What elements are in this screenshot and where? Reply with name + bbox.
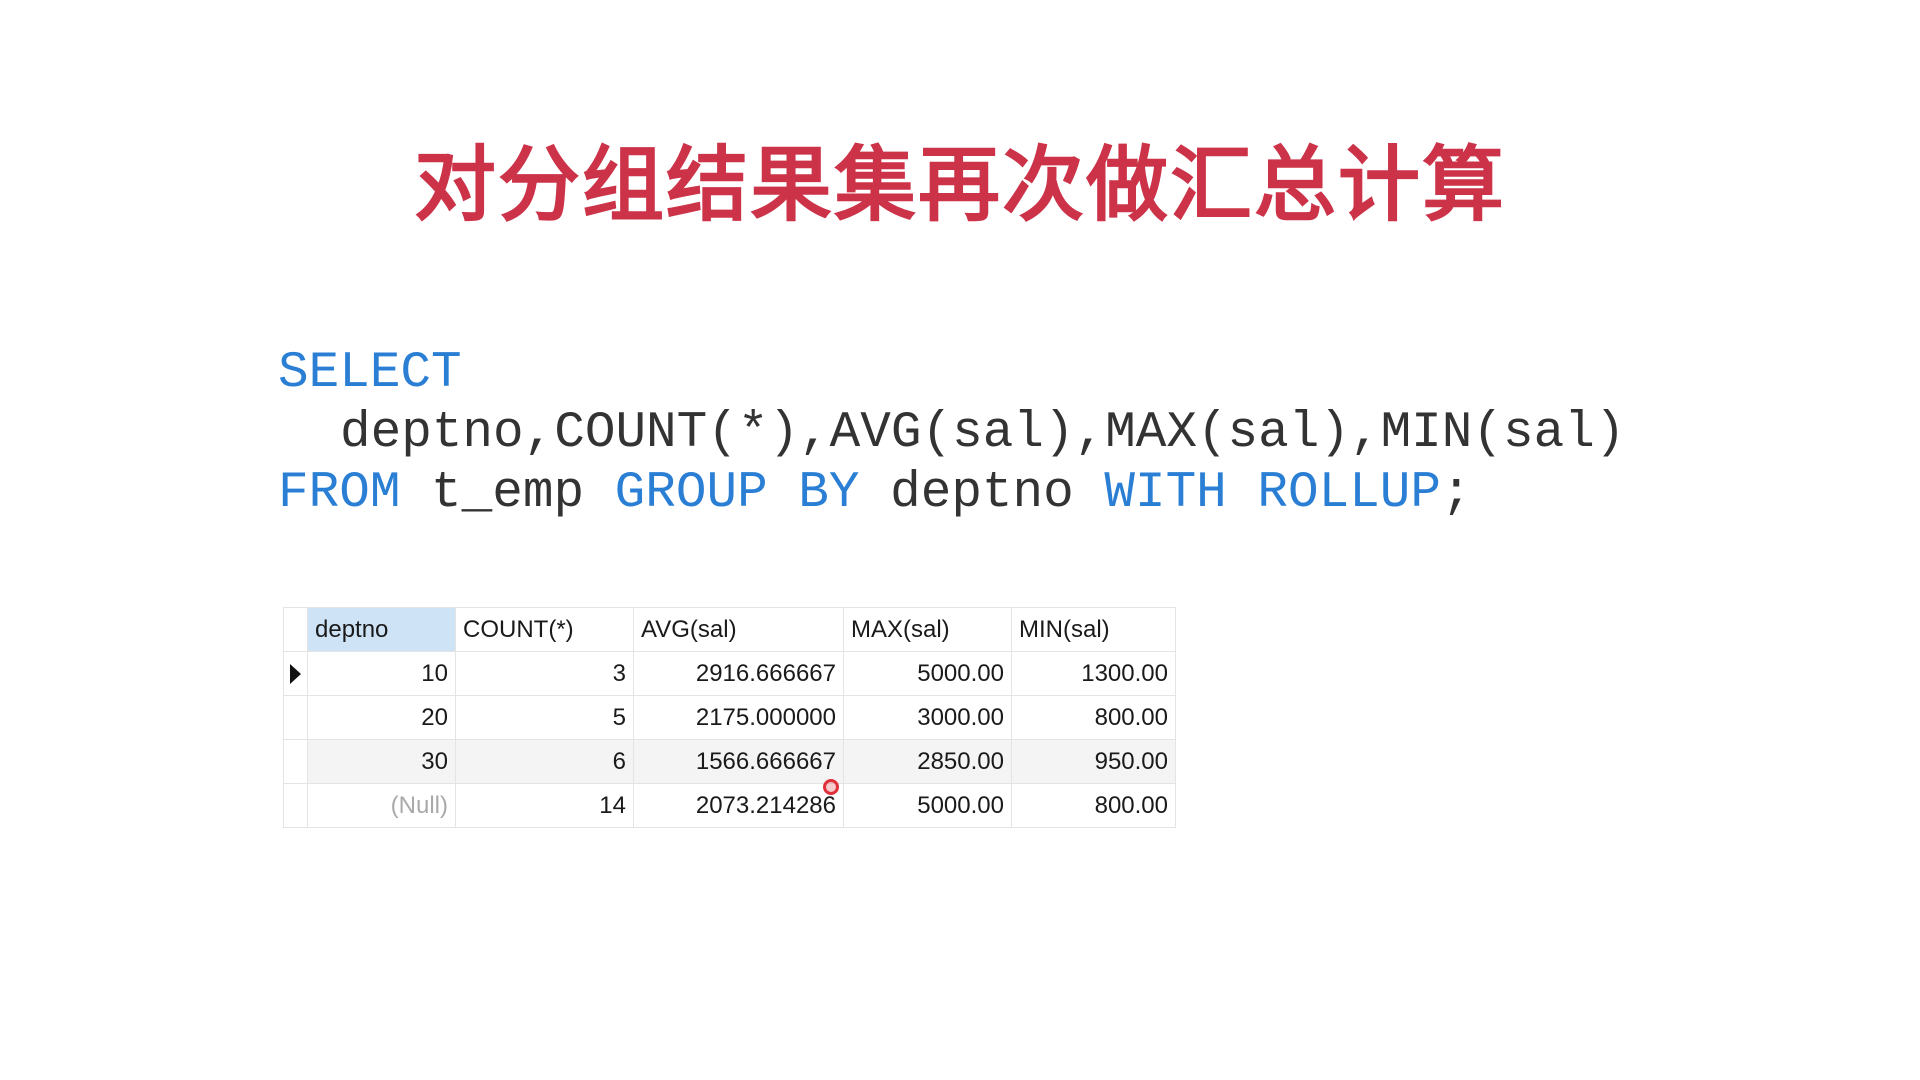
cell-max[interactable]: 5000.00 xyxy=(843,651,1012,696)
cell-max[interactable]: 5000.00 xyxy=(843,783,1012,828)
sql-group-by-keyword: GROUP BY xyxy=(614,465,860,522)
cell-deptno[interactable]: 10 xyxy=(307,651,456,696)
cell-max[interactable]: 2850.00 xyxy=(843,739,1012,784)
cell-deptno[interactable]: 30 xyxy=(307,739,456,784)
table-row[interactable]: 10 3 2916.666667 5000.00 1300.00 xyxy=(283,651,1176,696)
column-header-min[interactable]: MIN(sal) xyxy=(1011,607,1176,652)
table-row[interactable]: 20 5 2175.000000 3000.00 800.00 xyxy=(283,695,1176,740)
row-header[interactable] xyxy=(283,695,308,740)
sql-select-keyword: SELECT xyxy=(278,345,462,402)
column-header-max[interactable]: MAX(sal) xyxy=(843,607,1012,652)
cell-count[interactable]: 5 xyxy=(455,695,634,740)
cell-deptno-null[interactable]: (Null) xyxy=(307,783,456,828)
cell-avg[interactable]: 1566.666667 xyxy=(633,739,844,784)
table-row[interactable]: 30 6 1566.666667 2850.00 950.00 xyxy=(283,739,1176,784)
sql-line-2: deptno,COUNT(*),AVG(sal),MAX(sal),MIN(sa… xyxy=(278,404,1625,464)
sql-terminator: ; xyxy=(1441,465,1472,522)
column-header-deptno[interactable]: deptno xyxy=(307,607,456,652)
sql-group-column: deptno xyxy=(859,465,1105,522)
sql-line-1: SELECT xyxy=(278,344,1625,404)
sql-code-block: SELECT deptno,COUNT(*),AVG(sal),MAX(sal),… xyxy=(278,344,1625,524)
column-header-avg[interactable]: AVG(sal) xyxy=(633,607,844,652)
cell-count[interactable]: 14 xyxy=(455,783,634,828)
sql-columns: deptno,COUNT(*),AVG(sal),MAX(sal),MIN(sa… xyxy=(340,405,1626,462)
sql-table-name: t_emp xyxy=(400,465,615,522)
cell-count[interactable]: 3 xyxy=(455,651,634,696)
cell-avg[interactable]: 2175.000000 xyxy=(633,695,844,740)
slide-title: 对分组结果集再次做汇总计算 xyxy=(413,138,1506,233)
cell-min[interactable]: 800.00 xyxy=(1011,695,1176,740)
sql-line-3: FROM t_emp GROUP BY deptno WITH ROLLUP; xyxy=(278,464,1625,524)
cell-min[interactable]: 1300.00 xyxy=(1011,651,1176,696)
row-header[interactable] xyxy=(283,651,308,696)
row-header-corner xyxy=(283,607,308,652)
current-row-pointer-icon xyxy=(290,664,301,685)
pointer-highlight-icon xyxy=(823,779,839,795)
sql-from-keyword: FROM xyxy=(278,465,401,522)
column-header-count[interactable]: COUNT(*) xyxy=(455,607,634,652)
cell-min[interactable]: 950.00 xyxy=(1011,739,1176,784)
result-header-row: deptno COUNT(*) AVG(sal) MAX(sal) MIN(sa… xyxy=(283,607,1176,652)
result-grid: deptno COUNT(*) AVG(sal) MAX(sal) MIN(sa… xyxy=(283,607,1176,828)
cell-count[interactable]: 6 xyxy=(455,739,634,784)
row-header[interactable] xyxy=(283,739,308,784)
table-row[interactable]: (Null) 14 2073.214286 5000.00 800.00 xyxy=(283,783,1176,828)
cell-avg[interactable]: 2916.666667 xyxy=(633,651,844,696)
row-header[interactable] xyxy=(283,783,308,828)
cell-min[interactable]: 800.00 xyxy=(1011,783,1176,828)
sql-with-rollup-keyword: WITH ROLLUP xyxy=(1104,465,1442,522)
cell-max[interactable]: 3000.00 xyxy=(843,695,1012,740)
cell-avg[interactable]: 2073.214286 xyxy=(633,783,844,828)
cell-deptno[interactable]: 20 xyxy=(307,695,456,740)
